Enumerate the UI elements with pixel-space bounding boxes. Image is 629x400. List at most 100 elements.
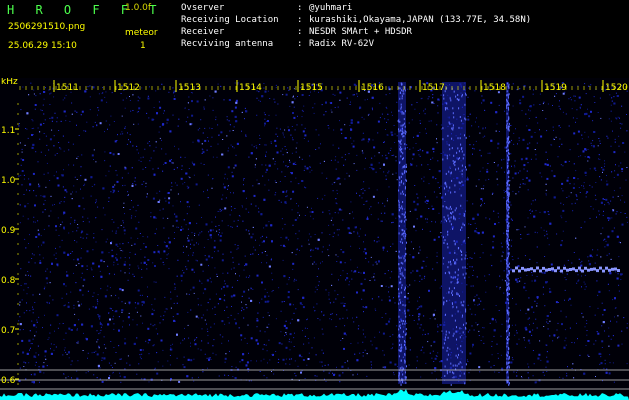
noise-dot	[68, 351, 70, 354]
noise-dot	[214, 251, 215, 253]
noise-dot	[20, 158, 22, 160]
noise-dot	[542, 371, 544, 373]
noise-dot	[115, 310, 118, 313]
noise-dot	[491, 265, 493, 267]
noise-dot	[388, 299, 391, 302]
noise-dot	[302, 330, 303, 332]
noise-dot	[166, 122, 168, 124]
noise-dot	[384, 118, 386, 120]
noise-dot	[274, 161, 276, 162]
noise-dot	[231, 175, 234, 178]
noise-dot	[63, 226, 65, 229]
noise-dot	[428, 120, 430, 122]
noise-dot	[215, 354, 217, 356]
noise-dot	[580, 155, 582, 157]
noise-dot	[26, 302, 27, 304]
noise-dot	[250, 380, 252, 382]
noise-dot	[419, 296, 420, 298]
noise-dot	[33, 93, 35, 95]
noise-dot	[414, 185, 416, 186]
noise-dot	[152, 168, 154, 170]
noise-dot	[385, 157, 388, 160]
noise-dot	[239, 361, 241, 363]
noise-dot	[478, 126, 480, 128]
noise-dot	[573, 132, 576, 135]
noise-dot	[180, 229, 182, 231]
noise-dot	[117, 246, 119, 247]
noise-dot	[208, 265, 209, 267]
noise-dot	[395, 250, 397, 252]
noise-dot	[32, 308, 34, 310]
noise-dot	[167, 192, 170, 194]
noise-dot	[127, 191, 129, 193]
noise-dot	[323, 314, 325, 316]
noise-dot	[164, 311, 166, 313]
noise-dot	[266, 236, 268, 238]
noise-dot	[313, 112, 315, 114]
noise-dot	[93, 374, 95, 376]
noise-dot	[287, 166, 288, 168]
noise-dot	[482, 128, 484, 130]
noise-dot	[360, 189, 362, 190]
noise-dot	[293, 106, 295, 108]
noise-dot	[39, 260, 41, 262]
noise-dot	[384, 205, 386, 207]
noise-dot	[433, 340, 436, 343]
noise-dot	[280, 237, 282, 238]
noise-dot	[525, 313, 527, 315]
noise-dot	[121, 301, 123, 303]
noise-dot	[70, 329, 73, 331]
noise-dot	[357, 233, 359, 235]
noise-dot	[613, 381, 615, 383]
noise-dot	[68, 141, 70, 143]
noise-dot	[439, 192, 441, 194]
noise-dot	[248, 297, 250, 299]
noise-dot	[43, 173, 45, 175]
noise-dot	[197, 129, 199, 131]
noise-dot	[115, 294, 117, 296]
noise-dot	[134, 180, 136, 182]
noise-dot	[253, 194, 256, 197]
noise-dot	[98, 93, 100, 95]
noise-dot	[202, 270, 204, 272]
noise-dot	[285, 196, 287, 198]
noise-dot	[147, 142, 149, 144]
noise-dot	[602, 198, 604, 199]
noise-dot	[611, 100, 613, 102]
noise-dot	[593, 343, 595, 345]
noise-dot	[528, 233, 530, 235]
noise-dot	[130, 217, 132, 219]
noise-dot	[214, 314, 216, 315]
noise-dot	[391, 271, 393, 273]
noise-dot	[77, 156, 79, 157]
noise-dot	[331, 284, 333, 286]
noise-dot	[123, 222, 124, 224]
noise-dot	[383, 354, 385, 356]
noise-dot	[268, 300, 270, 302]
noise-dot	[541, 272, 543, 274]
noise-dot	[571, 342, 573, 343]
noise-dot	[540, 359, 542, 361]
noise-dot	[256, 360, 257, 362]
noise-dot	[478, 179, 480, 181]
noise-dot	[337, 294, 339, 296]
noise-dot	[66, 271, 68, 273]
noise-dot	[558, 105, 560, 107]
noise-dot	[263, 344, 265, 346]
noise-dot	[76, 329, 78, 331]
noise-dot	[132, 273, 134, 275]
noise-dot	[488, 274, 490, 276]
noise-dot	[585, 93, 587, 95]
noise-dot	[208, 231, 209, 233]
noise-dot	[503, 232, 505, 234]
noise-dot	[233, 192, 234, 194]
noise-dot	[121, 289, 124, 292]
noise-dot	[534, 132, 536, 133]
noise-dot	[568, 299, 569, 301]
noise-dot	[565, 344, 567, 346]
noise-dot	[201, 328, 203, 330]
noise-dot	[256, 114, 258, 116]
noise-dot	[313, 337, 315, 339]
noise-dot	[33, 324, 36, 327]
noise-dot	[576, 109, 578, 111]
